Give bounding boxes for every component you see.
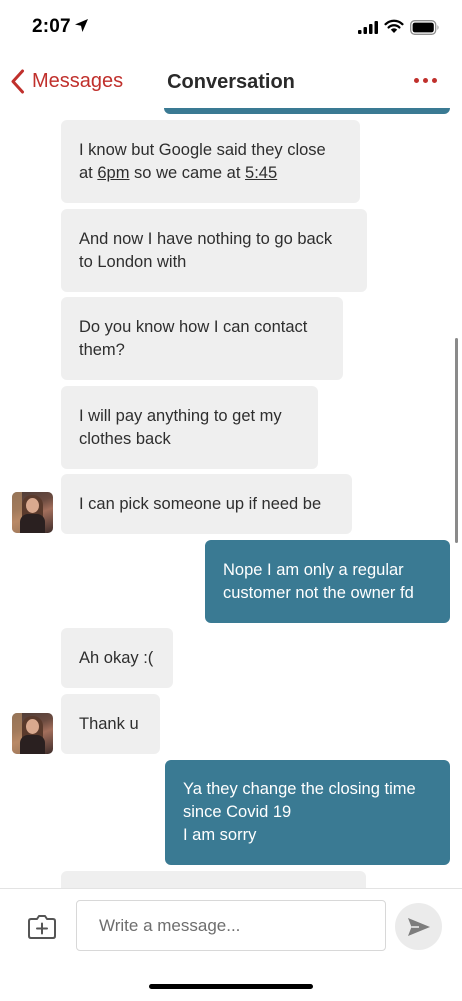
sent-message-bubble: Ya they change the closing time since Co… [165, 760, 450, 865]
status-bar: 2:07 [0, 0, 462, 56]
more-options-button[interactable] [414, 78, 437, 83]
message-text: Do you know how I can contact them? [79, 317, 308, 359]
battery-icon [410, 20, 439, 35]
attachment-plus-icon [28, 915, 56, 939]
message-text: Nope I am only a regular customer not th… [223, 560, 414, 602]
attach-button[interactable] [27, 912, 57, 945]
avatar[interactable] [12, 713, 53, 754]
received-message-bubble [61, 871, 366, 888]
status-time: 2:07 [32, 16, 71, 37]
home-indicator [149, 984, 313, 989]
received-message-bubble: Do you know how I can contact them? [61, 297, 343, 380]
scrollbar[interactable] [455, 338, 458, 543]
received-message-bubble: Ah okay :( [61, 628, 173, 688]
message-text: I can pick someone up if need be [79, 494, 322, 513]
more-dots-icon [414, 78, 419, 83]
send-button[interactable] [395, 903, 442, 950]
message-composer [0, 888, 462, 1001]
message-text: And now I have nothing to go back to Lon… [79, 229, 333, 271]
sent-message-bubble: Nope I am only a regular customer not th… [205, 540, 450, 623]
received-message-bubble: I can pick someone up if need be [61, 474, 352, 534]
received-message-bubble: Thank u [61, 694, 160, 754]
avatar[interactable] [12, 492, 53, 533]
message-text: Ya they change the closing time since Co… [183, 780, 416, 844]
message-text: I know but Google said they close at 6pm… [79, 140, 326, 182]
received-message-bubble: I will pay anything to get my clothes ba… [61, 386, 318, 469]
message-text: I will pay anything to get my clothes ba… [79, 406, 282, 448]
message-text: Ah okay :( [79, 648, 154, 667]
cellular-signal-icon [358, 21, 378, 34]
received-message-bubble: I know but Google said they close at 6pm… [61, 120, 360, 203]
sent-message-bubble [164, 108, 450, 114]
wifi-icon [384, 19, 404, 33]
location-arrow-icon [75, 19, 88, 32]
page-title: Conversation [167, 71, 295, 93]
send-icon [407, 917, 430, 936]
message-list[interactable]: I know but Google said they close at 6pm… [0, 108, 462, 888]
message-text: Thank u [79, 714, 139, 733]
nav-bar: Messages Conversation [0, 56, 462, 108]
message-input[interactable] [76, 900, 386, 951]
received-message-bubble: And now I have nothing to go back to Lon… [61, 209, 367, 292]
